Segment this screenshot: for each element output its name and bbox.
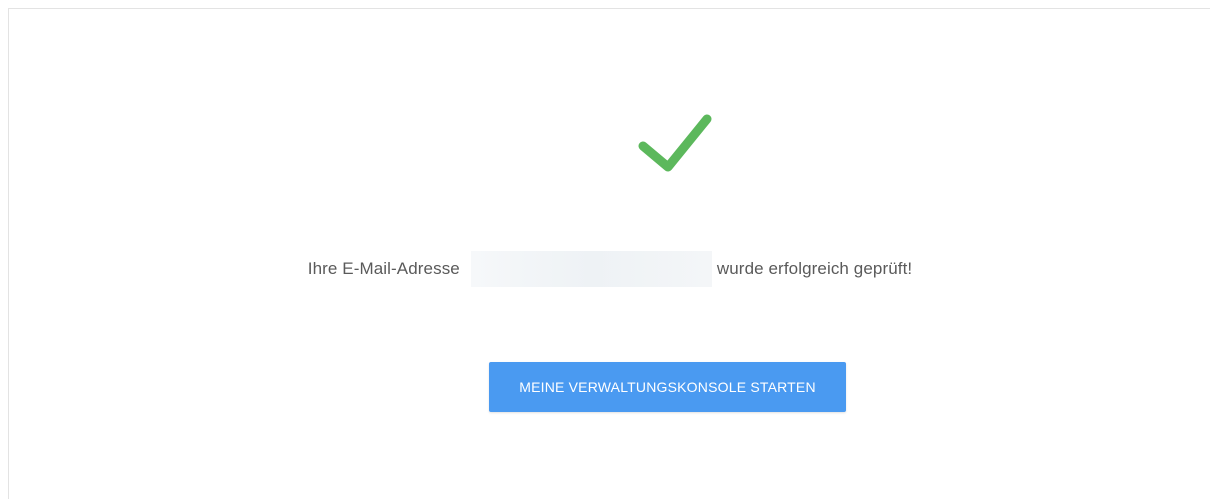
email-address-redacted	[470, 251, 712, 287]
launch-console-button[interactable]: MEINE VERWALTUNGSKONSOLE STARTEN	[489, 362, 846, 412]
message-suffix: wurde erfolgreich geprüft!	[716, 259, 913, 278]
verification-message: Ihre E-Mail-Adresse wurde erfolgreich ge…	[9, 251, 1210, 287]
checkmark-icon	[638, 114, 712, 172]
message-prefix: Ihre E-Mail-Adresse	[307, 259, 460, 278]
verification-panel: Ihre E-Mail-Adresse wurde erfolgreich ge…	[8, 8, 1210, 499]
